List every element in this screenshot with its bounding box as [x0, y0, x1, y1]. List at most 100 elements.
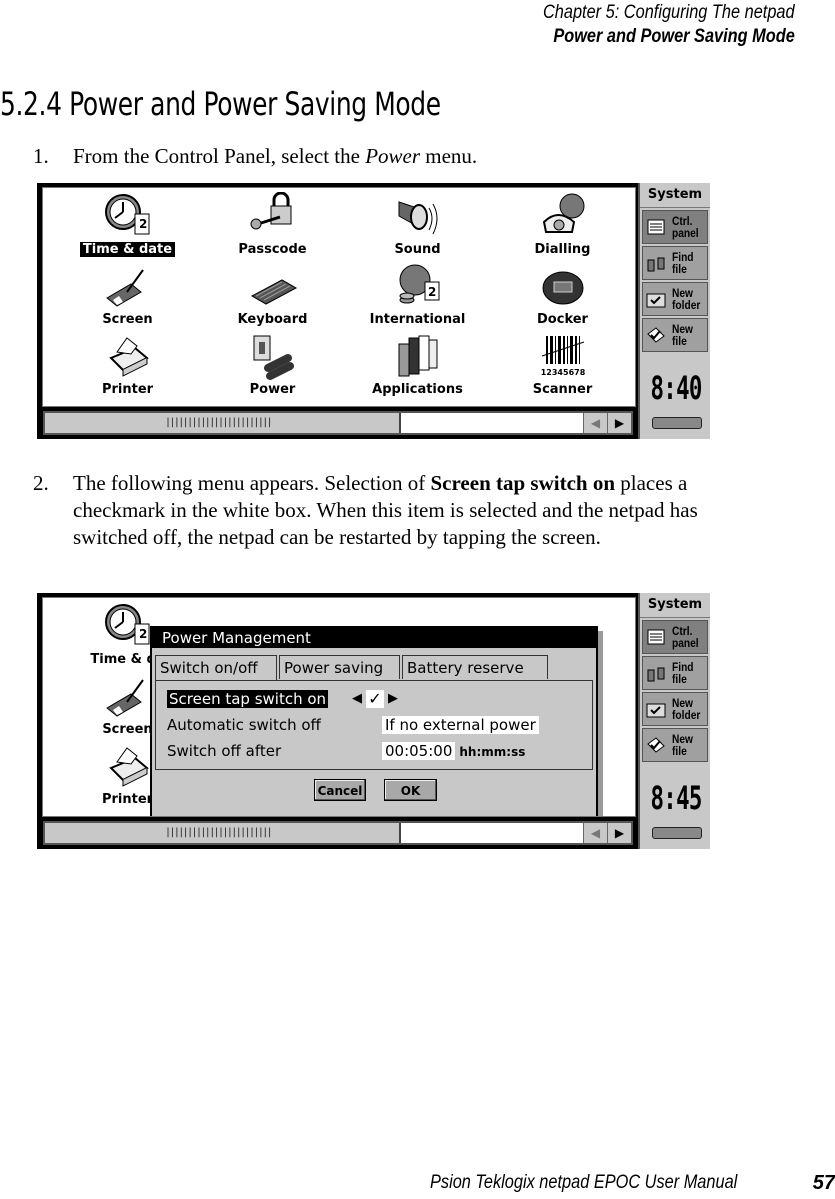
right-arrow-icon[interactable]: ▶: [388, 691, 398, 706]
binoculars-icon: [647, 667, 665, 682]
clock-icon: 2: [104, 194, 149, 235]
tab-panel: Screen tap switch on ◀ ✓ ▶ Automatic switc…: [155, 680, 593, 770]
barcode-icon: 12345678: [540, 336, 585, 377]
printer-icon: [108, 337, 149, 377]
clock-display: 8:45: [650, 779, 703, 817]
icon-label: Printer: [101, 792, 154, 807]
control-panel-screenshot: 2 Time & date Passcode Sound Dialling Sc…: [37, 183, 710, 439]
icon-screen[interactable]: Screen: [55, 262, 200, 332]
svg-text:2: 2: [139, 217, 147, 231]
scroll-left-button[interactable]: ◀: [583, 823, 607, 843]
automatic-switch-off-row: Automatic switch off: [167, 715, 321, 735]
padlock-key-icon: [250, 192, 291, 230]
icon-label: Scanner: [532, 382, 593, 397]
icon-power[interactable]: Power: [200, 332, 345, 402]
scroll-left-button[interactable]: ◀: [583, 413, 607, 433]
speaker-icon: [398, 201, 437, 235]
svg-text:2: 2: [139, 627, 147, 641]
clock-display: 8:40: [650, 369, 703, 407]
sidebar-title[interactable]: System: [640, 593, 710, 618]
switch-off-after-row: Switch off after: [167, 741, 281, 761]
new-file-button[interactable]: New file: [642, 318, 708, 352]
automatic-switch-off-select[interactable]: If no external power: [382, 715, 539, 735]
new-folder-button[interactable]: New folder: [642, 692, 708, 726]
running-header-section: Power and Power Saving Mode: [553, 26, 795, 47]
clock-icon: 2: [104, 604, 149, 645]
ctrl-panel-button[interactable]: Ctrl. panel: [642, 210, 708, 244]
touchscreen-pen-icon: [105, 679, 144, 717]
binoculars-icon: [647, 257, 665, 272]
horizontal-scrollbar[interactable]: |||||||||||||||||||||||| ◀ ▶: [43, 411, 633, 435]
step-number: 1.: [33, 144, 49, 168]
tab-battery-reserve[interactable]: Battery reserve: [402, 655, 548, 679]
automatic-switch-off-label: Automatic switch off: [167, 716, 321, 734]
system-sidebar: System Ctrl. panel Find file New folder …: [638, 183, 710, 439]
switch-off-after-field[interactable]: 00:05:00 hh:mm:ss: [382, 741, 525, 761]
icon-keyboard[interactable]: Keyboard: [200, 262, 345, 332]
icon-label: Docker: [537, 312, 588, 327]
tab-switch-on-off[interactable]: Switch on/off: [155, 655, 277, 681]
telephone-globe-icon: [542, 193, 584, 233]
icon-label: Applications: [372, 382, 463, 397]
cancel-button[interactable]: Cancel: [314, 779, 366, 801]
battery-switch-icon: [253, 335, 294, 380]
control-panel-icon: [647, 629, 665, 645]
power-management-dialog: Power Management Switch on/off Power sav…: [150, 626, 598, 816]
file-check-icon: [647, 327, 665, 343]
step-number: 2.: [33, 471, 49, 495]
globe-coins-icon: 2: [399, 264, 439, 304]
ok-button[interactable]: OK: [384, 779, 437, 801]
icon-passcode[interactable]: Passcode: [200, 192, 345, 262]
icon-label: Keyboard: [237, 312, 308, 327]
power-management-screenshot: 2 Time & da Screen Printer Power Managem…: [37, 593, 710, 849]
icon-label: Power: [249, 382, 296, 397]
grip-icon: ||||||||||||||||||||||||: [165, 827, 273, 838]
section-title: 5.2.4 Power and Power Saving Mode: [0, 85, 441, 123]
icon-sound[interactable]: Sound: [345, 192, 490, 262]
dialog-title: Power Management: [152, 628, 596, 648]
icon-dialling[interactable]: Dialling: [490, 192, 635, 262]
find-file-button[interactable]: Find file: [642, 656, 708, 690]
find-file-button[interactable]: Find file: [642, 246, 708, 280]
icon-printer[interactable]: Printer: [55, 332, 200, 402]
horizontal-scrollbar[interactable]: |||||||||||||||||||||||| ◀ ▶: [43, 821, 633, 845]
scroll-right-button[interactable]: ▶: [607, 823, 631, 843]
scroll-right-button[interactable]: ▶: [607, 413, 631, 433]
step-text: The following menu appears. Selection of…: [73, 471, 698, 549]
control-panel-icon-grid: 2 Time & date Passcode Sound Dialling Sc…: [42, 187, 636, 407]
keyboard-icon: [250, 279, 297, 305]
touchscreen-pen-icon: [105, 269, 144, 307]
icon-label: International: [369, 312, 466, 327]
folder-check-icon: [646, 293, 666, 308]
page-number: 57: [812, 1172, 835, 1194]
tab-power-saving[interactable]: Power saving: [279, 655, 400, 679]
control-panel-background: 2 Time & da Screen Printer Power Managem…: [42, 597, 636, 817]
screen-tap-row[interactable]: Screen tap switch on: [167, 689, 329, 709]
icon-international[interactable]: 2 International: [345, 262, 490, 332]
icon-docker[interactable]: Docker: [490, 262, 635, 332]
icon-scanner[interactable]: 12345678 Scanner: [490, 332, 635, 402]
scrollbar-thumb[interactable]: ||||||||||||||||||||||||: [45, 413, 401, 433]
svg-text:2: 2: [428, 285, 436, 299]
system-sidebar: System Ctrl. panel Find file New folder …: [638, 593, 710, 849]
printer-icon: [108, 747, 149, 787]
time-unit-label: hh:mm:ss: [459, 745, 526, 759]
ctrl-panel-button[interactable]: Ctrl. panel: [642, 620, 708, 654]
icon-label: Screen: [102, 722, 153, 737]
new-folder-button[interactable]: New folder: [642, 282, 708, 316]
screen-tap-label: Screen tap switch on: [167, 690, 329, 708]
scrollbar-thumb[interactable]: ||||||||||||||||||||||||: [45, 823, 401, 843]
sidebar-title[interactable]: System: [640, 183, 710, 208]
screen-tap-checkbox[interactable]: ✓: [366, 689, 384, 708]
docker-icon: [542, 271, 583, 305]
icon-label: Screen: [102, 312, 153, 327]
icon-applications[interactable]: Applications: [345, 332, 490, 402]
icon-label: Passcode: [238, 242, 307, 257]
left-arrow-icon[interactable]: ◀: [352, 691, 362, 706]
icon-label: Dialling: [534, 242, 591, 257]
icon-label: Sound: [394, 242, 441, 257]
icon-label: Time & date: [79, 242, 176, 257]
icon-time-date[interactable]: 2 Time & date: [55, 192, 200, 262]
battery-icon: [652, 827, 702, 839]
new-file-button[interactable]: New file: [642, 728, 708, 762]
